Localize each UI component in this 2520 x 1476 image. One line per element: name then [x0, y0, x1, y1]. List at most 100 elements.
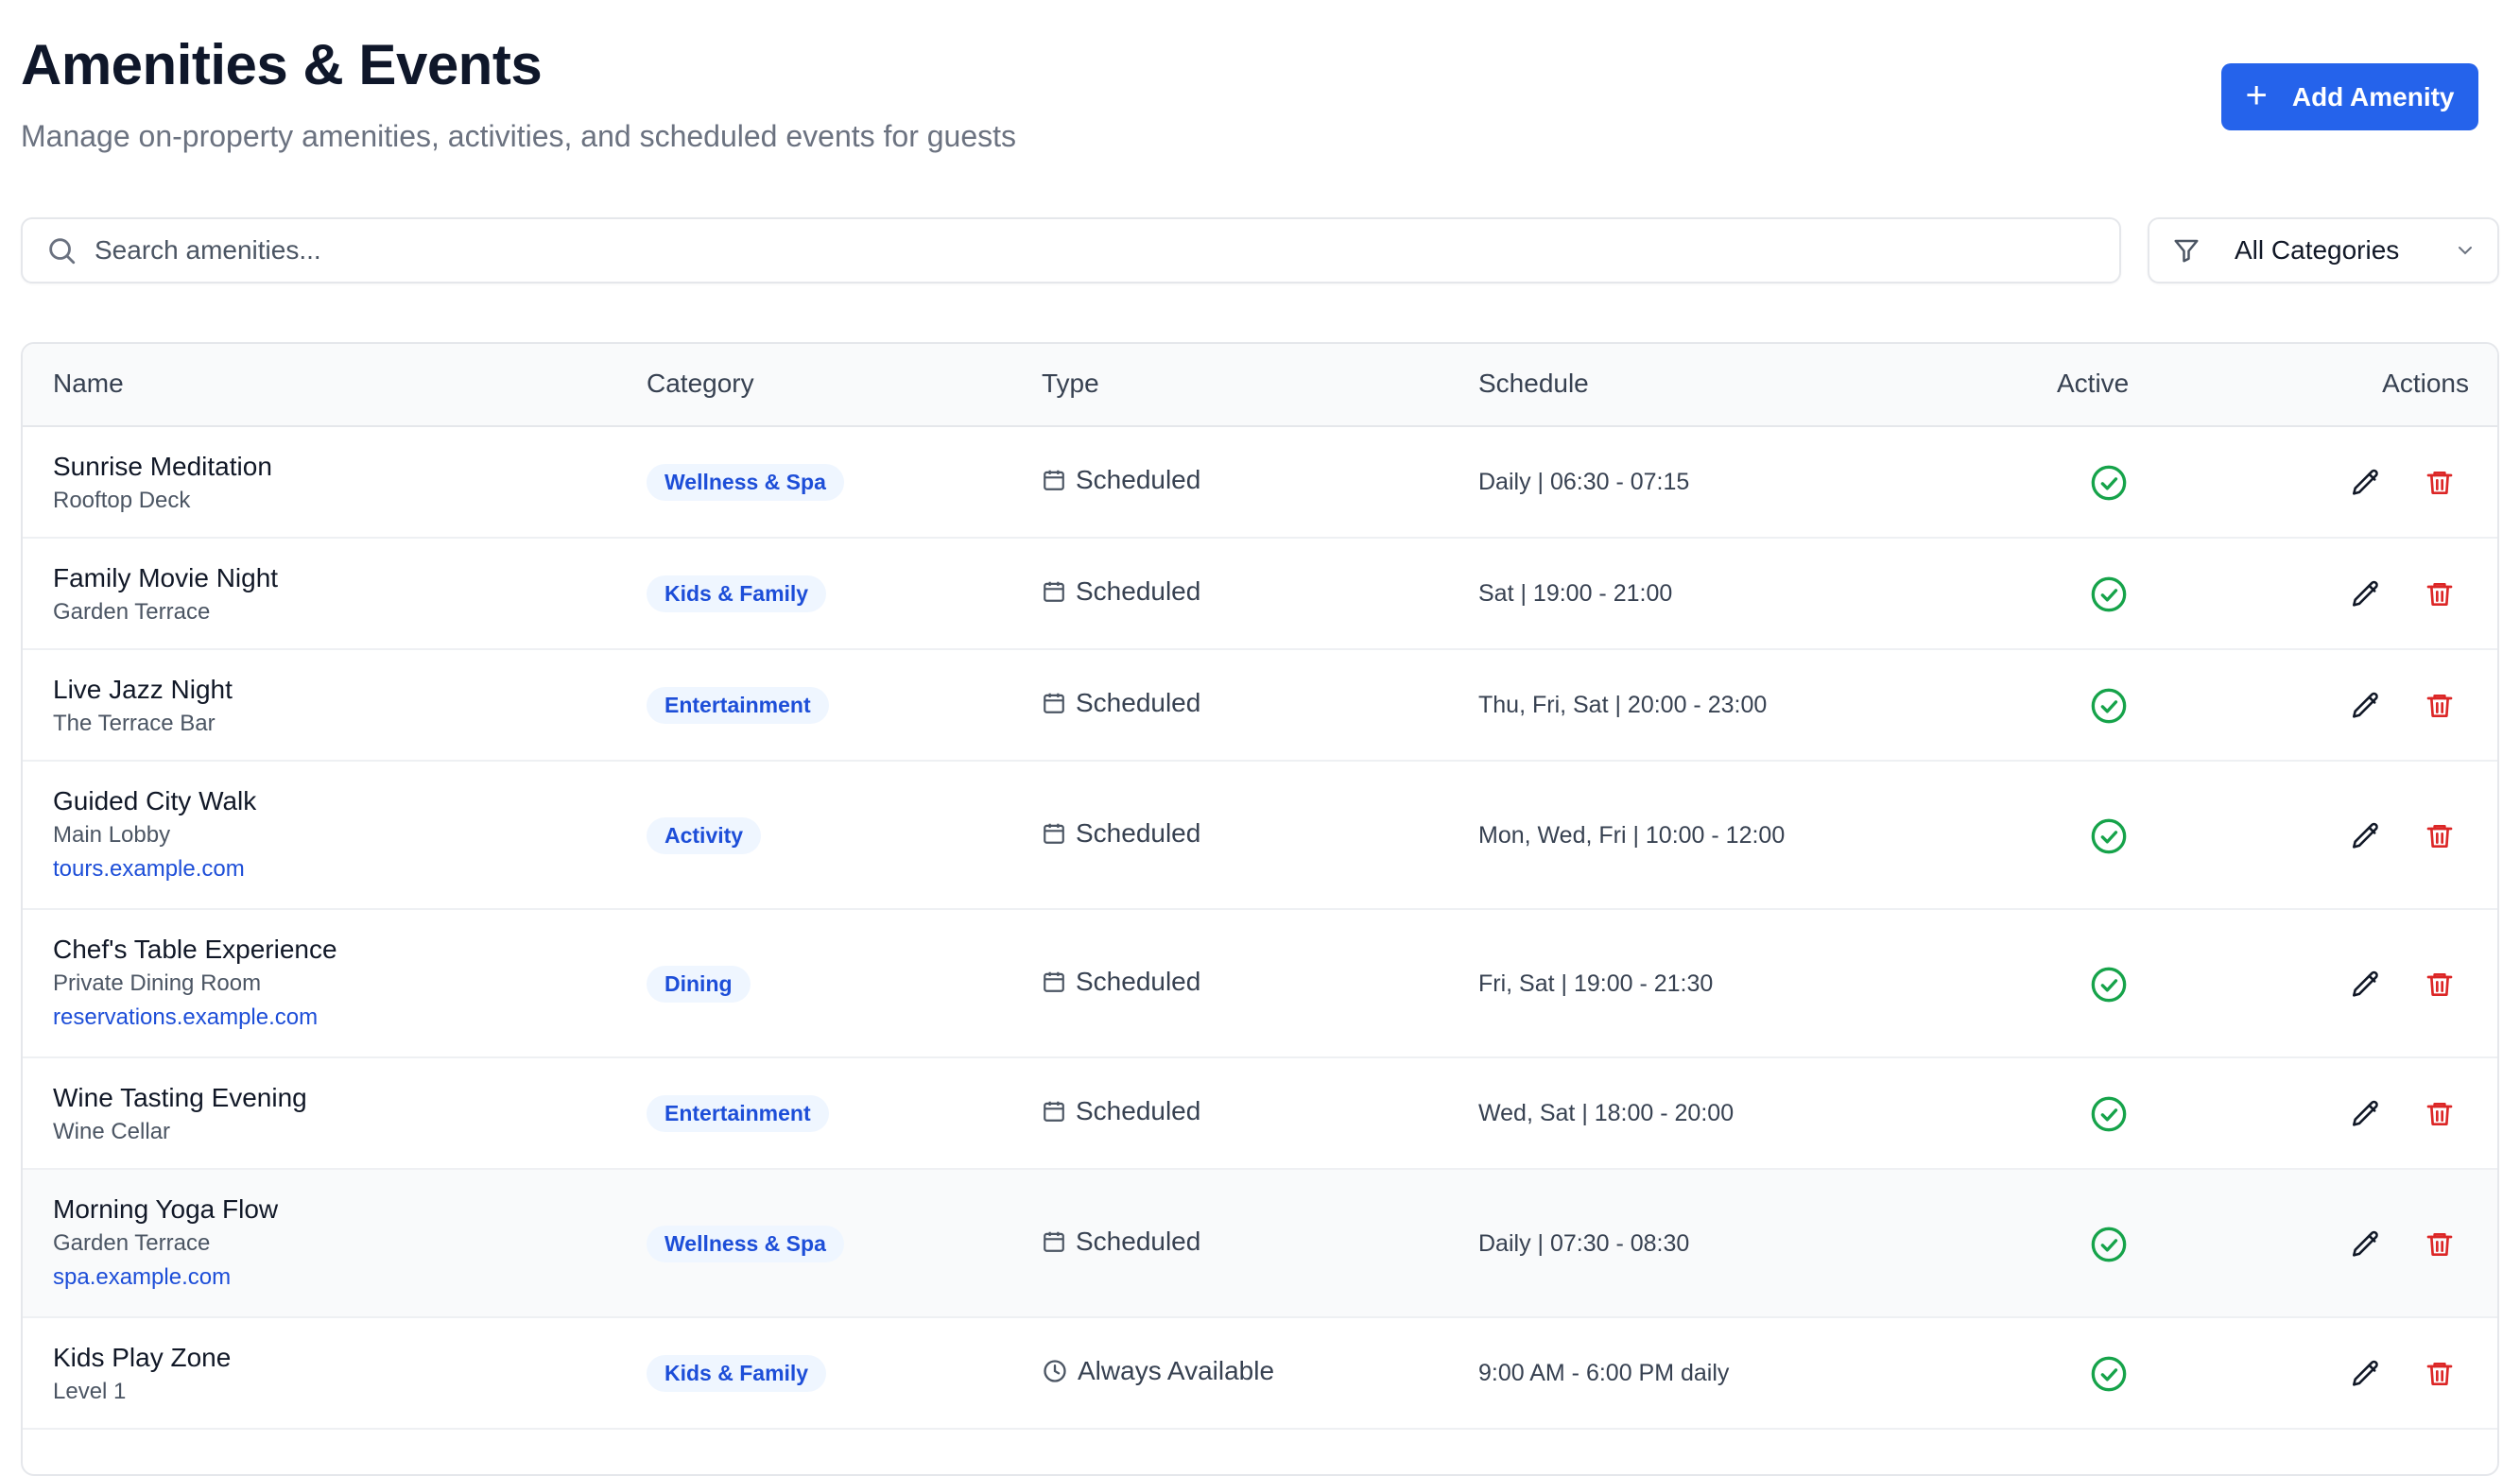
- schedule-text: Thu, Fri, Sat | 20:00 - 23:00: [1478, 692, 1768, 718]
- amenity-name-cell: Sunrise Meditation Rooftop Deck: [53, 452, 272, 514]
- amenity-location: The Terrace Bar: [53, 711, 216, 736]
- amenity-name: Kids Play Zone: [53, 1343, 232, 1372]
- amenity-name-cell: Wine Tasting Evening Wine Cellar: [53, 1083, 307, 1145]
- table-body: Sunrise Meditation Rooftop Deck Wellness…: [23, 427, 2497, 1430]
- search-input[interactable]: [95, 235, 2119, 266]
- category-filter-value: All Categories: [2235, 235, 2400, 265]
- edit-button[interactable]: [2350, 467, 2382, 499]
- delete-button[interactable]: [2425, 691, 2455, 721]
- amenity-location: Wine Cellar: [53, 1119, 171, 1144]
- delete-button[interactable]: [2425, 468, 2455, 498]
- check-circle-icon: [2090, 575, 2128, 613]
- amenity-name: Guided City Walk: [53, 786, 257, 815]
- category-cell: Kids & Family: [647, 575, 827, 612]
- column-header-active: Active: [2057, 369, 2130, 398]
- trash-icon: [2425, 821, 2455, 851]
- page-title: Amenities & Events: [21, 33, 543, 96]
- add-amenity-label: Add Amenity: [2291, 81, 2455, 112]
- amenity-name-cell: Guided City Walk Main Lobby tours.exampl…: [53, 786, 256, 883]
- type-cell: Scheduled: [1042, 465, 1200, 495]
- delete-button[interactable]: [2425, 1099, 2455, 1129]
- table-row[interactable]: Family Movie Night Garden Terrace Kids &…: [23, 539, 2497, 650]
- type-label: Scheduled: [1076, 465, 1201, 494]
- type-cell: Scheduled: [1042, 818, 1200, 849]
- edit-button[interactable]: [2350, 578, 2382, 610]
- schedule-text: Wed, Sat | 18:00 - 20:00: [1478, 1100, 1735, 1126]
- schedule-text: Sat | 19:00 - 21:00: [1478, 580, 1673, 607]
- amenity-location: Garden Terrace: [53, 599, 211, 625]
- amenity-link[interactable]: tours.example.com: [53, 856, 256, 883]
- delete-button[interactable]: [2425, 1359, 2455, 1389]
- search-box[interactable]: [21, 217, 2121, 283]
- clock-icon: [1042, 1358, 1068, 1384]
- check-circle-icon: [2090, 464, 2128, 502]
- amenity-link[interactable]: spa.example.com: [53, 1264, 278, 1291]
- active-status: [2090, 1095, 2128, 1138]
- active-status: [2090, 464, 2128, 506]
- check-circle-icon: [2090, 1355, 2128, 1393]
- category-filter-select[interactable]: All Categories: [2148, 217, 2499, 283]
- amenity-name-cell: Live Jazz Night The Terrace Bar: [53, 675, 233, 737]
- category-badge: Kids & Family: [647, 1355, 827, 1392]
- table-row[interactable]: Sunrise Meditation Rooftop Deck Wellness…: [23, 427, 2497, 539]
- pencil-icon: [2350, 820, 2382, 852]
- edit-button[interactable]: [2350, 1098, 2382, 1130]
- calendar-icon: [1042, 970, 1066, 994]
- toolbar: All Categories: [21, 217, 2499, 285]
- edit-button[interactable]: [2350, 820, 2382, 852]
- active-status: [2090, 966, 2128, 1008]
- calendar-icon: [1042, 579, 1066, 604]
- delete-button[interactable]: [2425, 970, 2455, 1000]
- trash-icon: [2425, 691, 2455, 721]
- table-row[interactable]: Wine Tasting Evening Wine Cellar Enterta…: [23, 1058, 2497, 1170]
- amenity-name-cell: Family Movie Night Garden Terrace: [53, 563, 278, 626]
- table-row[interactable]: Morning Yoga Flow Garden Terrace spa.exa…: [23, 1170, 2497, 1318]
- amenity-location: Private Dining Room: [53, 970, 262, 996]
- pencil-icon: [2350, 578, 2382, 610]
- edit-button[interactable]: [2350, 969, 2382, 1001]
- trash-icon: [2425, 1229, 2455, 1260]
- calendar-icon: [1042, 821, 1066, 846]
- column-header-category: Category: [647, 369, 754, 398]
- schedule-text: Daily | 06:30 - 07:15: [1478, 469, 1690, 495]
- add-amenity-button[interactable]: + Add Amenity: [2221, 63, 2478, 130]
- table-row[interactable]: Guided City Walk Main Lobby tours.exampl…: [23, 762, 2497, 910]
- type-cell: Scheduled: [1042, 967, 1200, 997]
- pencil-icon: [2350, 969, 2382, 1001]
- amenity-name: Wine Tasting Evening: [53, 1083, 307, 1112]
- delete-button[interactable]: [2425, 1229, 2455, 1260]
- delete-button[interactable]: [2425, 579, 2455, 609]
- type-cell: Scheduled: [1042, 1096, 1200, 1126]
- category-cell: Dining: [647, 965, 751, 1003]
- amenity-name: Morning Yoga Flow: [53, 1194, 279, 1224]
- schedule-text: Daily | 07:30 - 08:30: [1478, 1229, 1690, 1257]
- amenity-location: Rooftop Deck: [53, 488, 191, 513]
- category-cell: Wellness & Spa: [647, 464, 844, 501]
- type-label: Scheduled: [1076, 1096, 1201, 1125]
- trash-icon: [2425, 579, 2455, 609]
- amenity-name-cell: Morning Yoga Flow Garden Terrace spa.exa…: [53, 1194, 278, 1291]
- amenity-link[interactable]: reservations.example.com: [53, 1004, 337, 1031]
- table-row[interactable]: Live Jazz Night The Terrace Bar Entertai…: [23, 650, 2497, 762]
- type-cell: Scheduled: [1042, 688, 1200, 718]
- active-status: [2090, 575, 2128, 618]
- category-badge: Dining: [647, 965, 751, 1003]
- check-circle-icon: [2090, 687, 2128, 725]
- column-header-actions: Actions: [2382, 369, 2469, 398]
- table-row[interactable]: Kids Play Zone Level 1 Kids & Family Alw…: [23, 1318, 2497, 1430]
- table-row[interactable]: Chef's Table Experience Private Dining R…: [23, 910, 2497, 1058]
- delete-button[interactable]: [2425, 821, 2455, 851]
- trash-icon: [2425, 1359, 2455, 1389]
- category-cell: Kids & Family: [647, 1355, 827, 1392]
- amenity-name: Live Jazz Night: [53, 675, 233, 704]
- category-badge: Entertainment: [647, 687, 829, 724]
- amenity-name-cell: Kids Play Zone Level 1: [53, 1343, 231, 1405]
- type-label: Scheduled: [1076, 817, 1201, 848]
- edit-button[interactable]: [2350, 690, 2382, 722]
- type-label: Scheduled: [1076, 688, 1201, 717]
- category-cell: Activity: [647, 816, 762, 854]
- edit-button[interactable]: [2350, 1228, 2382, 1261]
- check-circle-icon: [2090, 1095, 2128, 1133]
- type-cell: Scheduled: [1042, 1227, 1200, 1257]
- edit-button[interactable]: [2350, 1358, 2382, 1390]
